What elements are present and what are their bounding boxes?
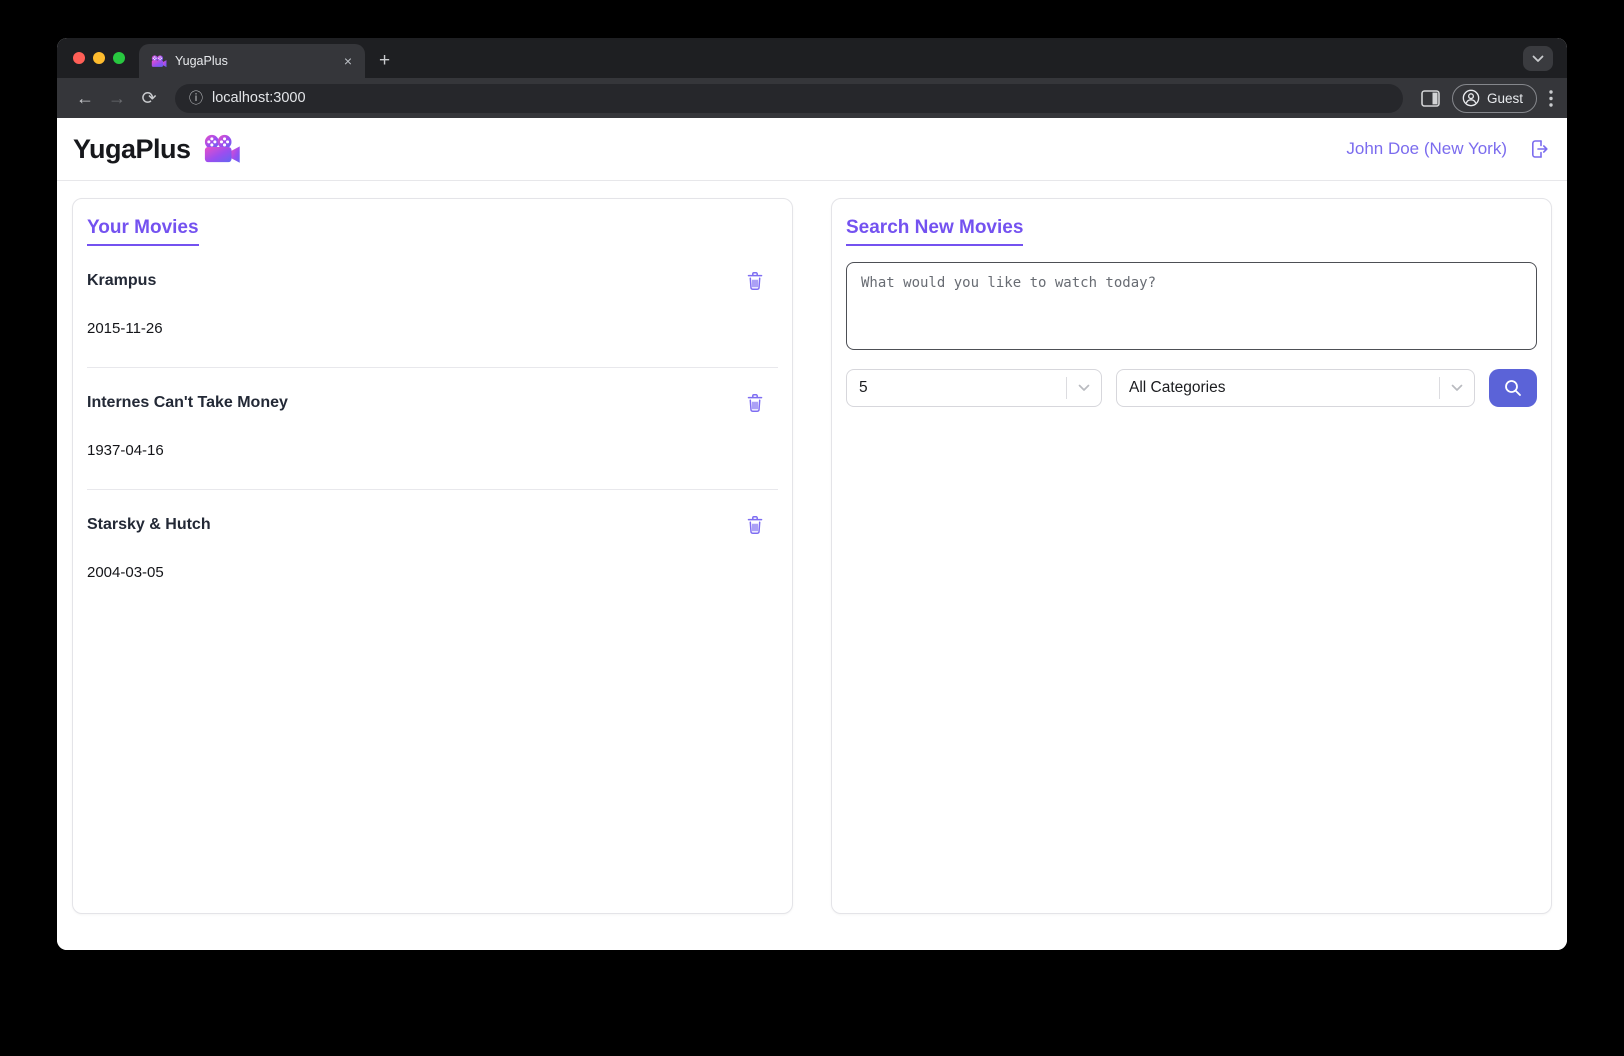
movie-camera-logo-icon: [203, 134, 241, 165]
tab-yugaplus[interactable]: YugaPlus ×: [139, 44, 365, 78]
movie-release-date: 2015-11-26: [87, 320, 778, 337]
your-movies-panel: Your Movies Krampus 20: [72, 198, 793, 914]
delete-movie-button[interactable]: [746, 271, 764, 291]
new-tab-button[interactable]: +: [365, 51, 390, 78]
search-button[interactable]: [1489, 369, 1537, 407]
movie-row: Krampus 2015-11-26: [87, 246, 778, 368]
search-movies-heading: Search New Movies: [846, 217, 1023, 246]
main-content: Your Movies Krampus 20: [57, 181, 1567, 950]
results-count-select[interactable]: 5: [846, 369, 1102, 407]
movie-release-date: 2004-03-05: [87, 564, 778, 581]
delete-movie-button[interactable]: [746, 393, 764, 413]
window-controls: [57, 38, 139, 78]
search-controls: 5 All Categories: [846, 369, 1537, 407]
app-header: YugaPlus John Doe (New York): [57, 118, 1567, 181]
toolbar-right-group: Guest: [1415, 84, 1553, 113]
close-window-button[interactable]: [73, 52, 85, 64]
user-name-link[interactable]: John Doe (New York): [1346, 139, 1507, 159]
browser-toolbar: ← → ⟳ ⓘ localhost:3000 Guest: [57, 78, 1567, 118]
search-query-input[interactable]: [846, 262, 1537, 350]
browser-menu-icon[interactable]: [1549, 90, 1553, 107]
delete-movie-button[interactable]: [746, 515, 764, 535]
user-group: John Doe (New York): [1346, 137, 1551, 161]
logout-icon[interactable]: [1527, 137, 1551, 161]
site-info-icon[interactable]: ⓘ: [189, 88, 203, 108]
tab-title: YugaPlus: [175, 54, 333, 68]
results-count-value: 5: [859, 379, 1066, 397]
movie-title: Krampus: [87, 272, 156, 290]
movie-title: Starsky & Hutch: [87, 516, 211, 534]
your-movies-heading: Your Movies: [87, 217, 199, 246]
trash-icon: [746, 393, 764, 413]
category-select[interactable]: All Categories: [1116, 369, 1475, 407]
zoom-window-button[interactable]: [113, 52, 125, 64]
trash-icon: [746, 271, 764, 291]
address-bar[interactable]: ⓘ localhost:3000: [175, 84, 1403, 113]
favicon-movie-camera-icon: [151, 55, 167, 68]
minimize-window-button[interactable]: [93, 52, 105, 64]
chevron-down-icon: [1532, 55, 1544, 63]
app-logo: YugaPlus: [73, 134, 241, 165]
app-title: YugaPlus: [73, 134, 191, 165]
forward-button[interactable]: →: [103, 84, 131, 112]
profile-button[interactable]: Guest: [1452, 84, 1537, 113]
movie-row: Starsky & Hutch 2004-03-05: [87, 490, 778, 611]
reload-button[interactable]: ⟳: [135, 84, 163, 112]
user-avatar-icon: [1462, 89, 1480, 107]
back-button[interactable]: ←: [71, 84, 99, 112]
tab-strip: YugaPlus × +: [57, 38, 1567, 78]
profile-label: Guest: [1487, 91, 1523, 106]
search-movies-panel: Search New Movies 5 All Categories: [831, 198, 1552, 914]
category-value: All Categories: [1129, 379, 1439, 397]
movie-title: Internes Can't Take Money: [87, 394, 288, 412]
chevron-down-icon: [1440, 384, 1474, 392]
chevron-down-icon: [1067, 384, 1101, 392]
movie-row: Internes Can't Take Money 1937-04-16: [87, 368, 778, 490]
tab-search-button[interactable]: [1523, 46, 1553, 71]
trash-icon: [746, 515, 764, 535]
browser-window: YugaPlus × + ← → ⟳ ⓘ localhost:3000: [57, 38, 1567, 950]
tab-close-icon[interactable]: ×: [341, 53, 355, 69]
url-text: localhost:3000: [212, 90, 306, 106]
side-panel-icon[interactable]: [1421, 90, 1440, 107]
search-icon: [1503, 378, 1523, 398]
movie-release-date: 1937-04-16: [87, 442, 778, 459]
app-page: YugaPlus John Doe (New York): [57, 118, 1567, 950]
